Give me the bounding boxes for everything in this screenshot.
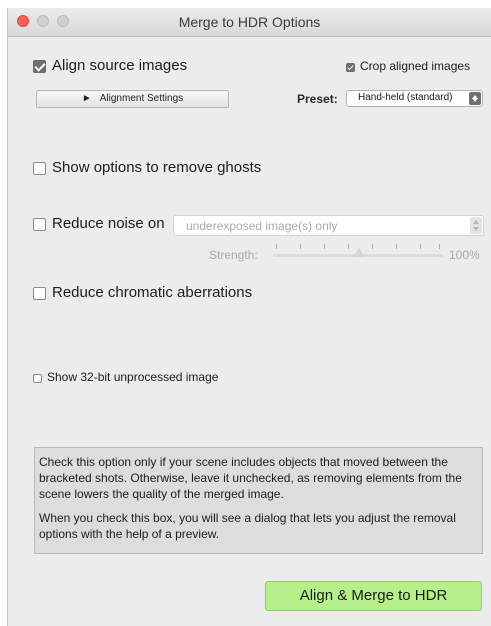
unprocessed-image-label: Show 32-bit unprocessed image — [47, 370, 219, 384]
slider-tick — [372, 244, 373, 249]
title-bar: Merge to HDR Options — [8, 8, 491, 37]
updown-arrows-icon — [469, 92, 481, 105]
slider-tick — [396, 244, 397, 249]
slider-tick — [439, 244, 440, 249]
slider-tick — [420, 244, 421, 249]
alignment-settings-label: Alignment Settings — [99, 93, 184, 104]
window-title: Merge to HDR Options — [178, 14, 321, 30]
align-merge-button[interactable]: Align & Merge to HDR — [265, 581, 482, 611]
slider-tick — [276, 244, 277, 249]
remove-ghosts-label: Show options to remove ghosts — [52, 159, 262, 176]
chromatic-aberrations-label: Reduce chromatic aberrations — [52, 284, 253, 301]
strength-value: 100% — [449, 248, 480, 262]
slider-tick — [348, 244, 349, 249]
preset-label: Preset: — [297, 92, 338, 106]
strength-slider-thumb[interactable] — [353, 248, 365, 257]
noise-target-select[interactable]: underexposed image(s) only — [173, 215, 484, 236]
align-source-label: Align source images — [52, 57, 188, 74]
updown-arrows-icon — [470, 217, 482, 234]
crop-aligned-checkbox[interactable] — [346, 63, 355, 72]
info-paragraph-1: Check this option only if your scene inc… — [39, 455, 462, 501]
info-box: Check this option only if your scene inc… — [34, 447, 483, 554]
align-source-checkbox[interactable] — [33, 60, 46, 73]
preset-select[interactable]: Hand-held (standard) — [346, 90, 483, 107]
chromatic-aberrations-checkbox[interactable] — [33, 287, 46, 300]
reduce-noise-label: Reduce noise on — [52, 215, 165, 232]
strength-slider[interactable] — [273, 242, 443, 262]
remove-ghosts-checkbox[interactable] — [33, 162, 46, 175]
strength-label: Strength: — [209, 248, 258, 262]
info-paragraph-2: When you check this box, you will see a … — [39, 511, 456, 541]
slider-tick — [324, 244, 325, 249]
reduce-noise-checkbox[interactable] — [33, 218, 46, 231]
unprocessed-image-checkbox[interactable] — [33, 374, 42, 383]
merge-hdr-window: Merge to HDR Options Align source images… — [7, 8, 491, 626]
preset-select-value: Hand-held (standard) — [358, 92, 453, 103]
alignment-settings-button[interactable]: ► Alignment Settings — [36, 90, 229, 108]
slider-tick — [300, 244, 301, 249]
noise-target-value: underexposed image(s) only — [186, 219, 338, 233]
crop-aligned-label: Crop aligned images — [360, 59, 471, 73]
chevron-right-icon: ► — [81, 93, 92, 104]
